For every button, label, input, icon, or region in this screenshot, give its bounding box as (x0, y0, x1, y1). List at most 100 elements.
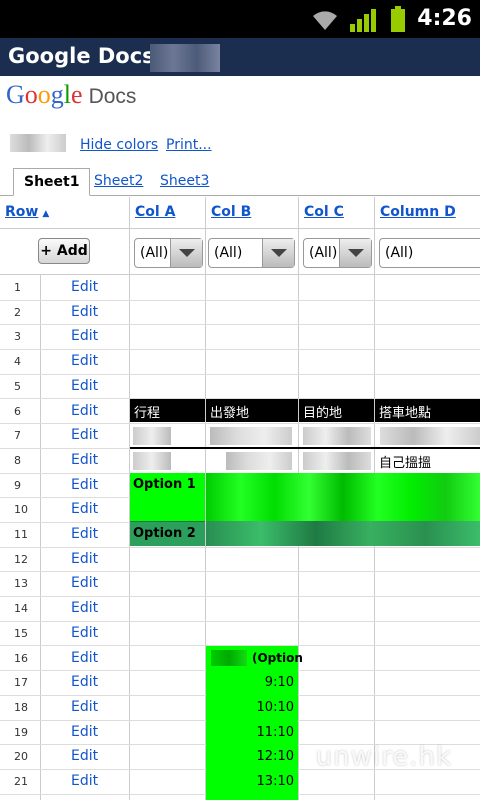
tab-sheet2[interactable]: Sheet2 (84, 168, 153, 196)
filter-col-c-select[interactable]: (All) (303, 238, 372, 268)
redacted-cell (133, 452, 171, 470)
edit-row-link[interactable]: Edit (71, 403, 98, 419)
filter-row: + Add (All) (All) (All) (All) (0, 229, 480, 275)
filter-col-d-value: (All) (385, 245, 414, 261)
filter-col-a-select[interactable]: (All) (134, 238, 203, 268)
redacted-doc-name (150, 44, 220, 72)
hide-colors-link[interactable]: Hide colors (80, 137, 158, 153)
title-bar: Google Docs - (0, 38, 480, 76)
cell-r16-b[interactable]: (Option (252, 651, 303, 665)
cell-r9-a[interactable]: Option 1 (133, 477, 196, 492)
redacted-cell (303, 427, 371, 445)
row-number: 13 (14, 577, 28, 591)
filter-col-b-value: (All) (214, 245, 243, 261)
row-divider (130, 447, 480, 449)
cell-r6-a[interactable]: 行程 (130, 399, 205, 422)
row-number: 7 (14, 429, 21, 443)
time-cell[interactable]: 9:10 (206, 675, 294, 690)
edit-row-link[interactable]: Edit (71, 773, 98, 789)
row-number: 17 (14, 676, 28, 690)
sort-ascending-icon: ▲ (42, 209, 50, 219)
sheet-tabs: Sheet1 Sheet2 Sheet3 (0, 164, 480, 196)
row-number: 8 (14, 453, 21, 467)
edit-row-link[interactable]: Edit (71, 575, 98, 591)
filter-col-d-select[interactable]: (All) (379, 238, 480, 268)
time-cell[interactable]: 13:10 (206, 774, 294, 789)
cell-r6-c[interactable]: 目的地 (299, 399, 374, 422)
add-row-button[interactable]: + Add (38, 238, 90, 264)
dropdown-arrow-icon (170, 239, 202, 267)
google-docs-logo: Google Docs (6, 80, 136, 112)
column-header-col-d[interactable]: Column D (375, 197, 480, 229)
table-row: 4 Edit (0, 350, 480, 375)
edit-row-link[interactable]: Edit (71, 674, 98, 690)
column-header-col-a[interactable]: Col A (130, 197, 206, 229)
table-row: 13 Edit (0, 572, 480, 598)
wifi-icon (313, 11, 337, 30)
row-number: 18 (14, 700, 28, 714)
tab-sheet1[interactable]: Sheet1 (13, 168, 91, 196)
edit-row-link[interactable]: Edit (71, 353, 98, 369)
cell-r6-b[interactable]: 出發地 (206, 399, 298, 422)
edit-row-link[interactable]: Edit (71, 551, 98, 567)
row-number: 15 (14, 626, 28, 640)
redacted-green-cells (206, 473, 480, 521)
edit-row-link[interactable]: Edit (71, 625, 98, 641)
edit-row-link[interactable]: Edit (71, 279, 98, 295)
edit-row-link[interactable]: Edit (71, 724, 98, 740)
dropdown-arrow-icon (262, 239, 294, 267)
redacted-green-cells (206, 521, 480, 546)
window-title: Google Docs - (8, 44, 171, 68)
row-number: 12 (14, 552, 28, 566)
edit-row-link[interactable]: Edit (71, 650, 98, 666)
column-header-col-c[interactable]: Col C (299, 197, 375, 229)
edit-row-link[interactable]: Edit (71, 699, 98, 715)
row-number: 16 (14, 651, 28, 665)
row-number: 20 (14, 750, 28, 764)
tab-sheet3[interactable]: Sheet3 (150, 168, 219, 196)
edit-row-link[interactable]: Edit (71, 378, 98, 394)
row-number: 3 (14, 330, 21, 344)
redacted-cell (303, 452, 371, 470)
row-number: 14 (14, 602, 28, 616)
edit-row-link[interactable]: Edit (71, 304, 98, 320)
edit-row-link[interactable]: Edit (71, 600, 98, 616)
row-number: 19 (14, 725, 28, 739)
edit-row-link[interactable]: Edit (71, 477, 98, 493)
filter-col-b-select[interactable]: (All) (208, 238, 295, 268)
status-bar: 4:26 (0, 0, 480, 38)
row-header-label: Row (5, 204, 39, 220)
google-wordmark: Google (6, 80, 83, 109)
cell-r8-d[interactable]: 自己搵搵 (379, 452, 479, 470)
redacted-user (10, 134, 66, 152)
redacted-cell (133, 427, 171, 445)
time-cell[interactable]: 12:10 (206, 749, 294, 764)
signal-icon (350, 9, 376, 32)
table-row: 1 Edit (0, 276, 480, 301)
cell-r6-d[interactable]: 搭車地點 (375, 399, 480, 422)
filter-col-a-value: (All) (140, 245, 169, 261)
edit-row-link[interactable]: Edit (71, 427, 98, 443)
edit-row-link[interactable]: Edit (71, 328, 98, 344)
edit-row-link[interactable]: Edit (71, 526, 98, 542)
row-number: 21 (14, 775, 28, 788)
row-number: 6 (14, 404, 21, 418)
cell-r11-a[interactable]: Option 2 (133, 526, 196, 541)
row-number: 9 (14, 478, 21, 492)
print-link[interactable]: Print... (166, 137, 212, 153)
redacted-cell (210, 427, 292, 445)
edit-row-link[interactable]: Edit (71, 748, 98, 764)
column-header-row[interactable]: Row ▲ (0, 197, 130, 229)
table-row: 12 Edit (0, 548, 480, 573)
redacted-cell (380, 427, 480, 445)
time-cell[interactable]: 10:10 (206, 700, 294, 715)
table-row: 5 Edit (0, 375, 480, 400)
edit-row-link[interactable]: Edit (71, 501, 98, 517)
filter-col-c-value: (All) (309, 245, 338, 261)
edit-row-link[interactable]: Edit (71, 452, 98, 468)
battery-icon (391, 6, 405, 32)
watermark: unwire.hk (315, 742, 452, 772)
time-cell[interactable]: 11:10 (206, 725, 294, 740)
column-header-col-b[interactable]: Col B (206, 197, 299, 229)
clock: 4:26 (417, 6, 472, 31)
